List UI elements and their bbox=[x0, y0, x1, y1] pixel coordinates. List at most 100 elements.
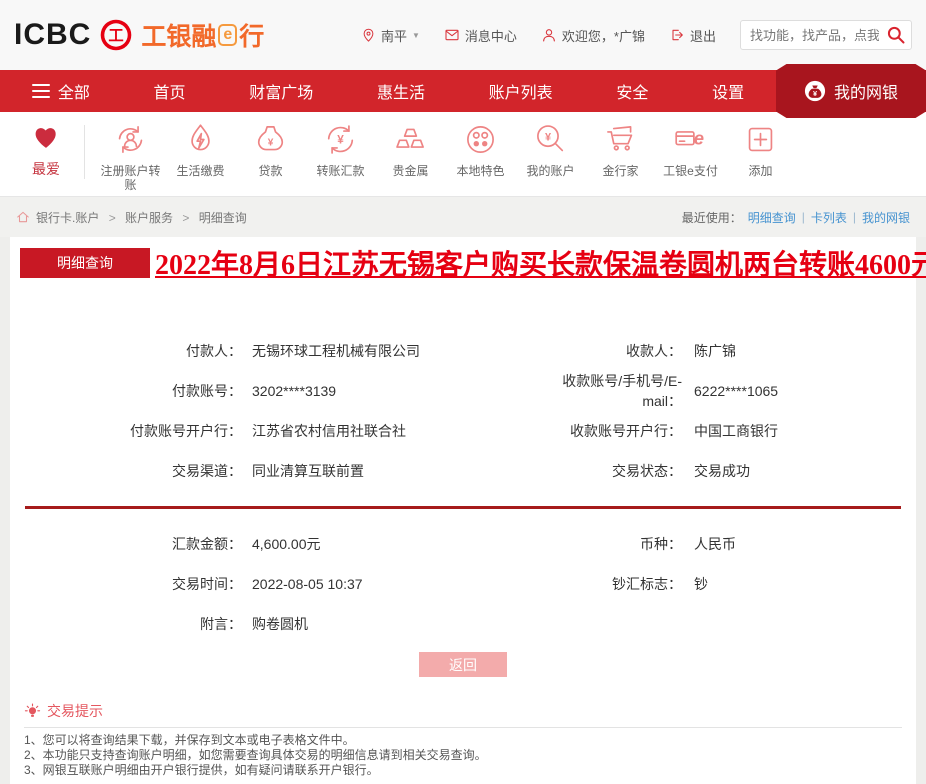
location-pin-icon bbox=[363, 28, 374, 42]
welcome-user[interactable]: 欢迎您，*广锦 bbox=[541, 26, 645, 45]
breadcrumb-part: 明细查询 bbox=[198, 210, 247, 225]
quick-item-label: 贷款 bbox=[258, 164, 283, 178]
divider bbox=[84, 125, 85, 179]
life-payment-icon bbox=[191, 124, 210, 151]
nav-label: 全部 bbox=[57, 85, 90, 102]
field-label: 交易渠道： bbox=[172, 463, 242, 479]
nav-label: 安全 bbox=[616, 85, 649, 102]
tip-line: 2、本功能只支持查询账户明细，如您需要查询具体交易的明细信息请到相关交易查询。 bbox=[24, 748, 487, 762]
search-icon[interactable] bbox=[886, 25, 906, 45]
quick-item-add[interactable]: 添加 bbox=[727, 121, 794, 178]
transaction-tips: 交易提示 1、您可以将查询结果下载，并保存到文本或电子表格文件中。 2、本功能只… bbox=[24, 701, 902, 778]
field-value: 人民币 bbox=[694, 536, 736, 552]
nav-item-security[interactable]: 安全 bbox=[616, 79, 648, 103]
recent-link-my-ebank[interactable]: 我的网银 bbox=[862, 209, 910, 226]
field-value: 3202****3139 bbox=[252, 383, 337, 399]
field-value: 2022-08-05 10:37 bbox=[252, 576, 363, 592]
field-value: 购卷圆机 bbox=[252, 616, 308, 632]
detail-row-time-flag: 交易时间： 2022-08-05 10:37 钞汇标志： 钞 bbox=[10, 564, 916, 604]
nav-label: 账户列表 bbox=[488, 85, 553, 102]
nav-label: 惠生活 bbox=[376, 85, 425, 102]
brand-prefix: 工银融 bbox=[141, 23, 217, 51]
logout-button[interactable]: 退出 bbox=[669, 26, 716, 45]
money-bag-icon: ¥ bbox=[804, 80, 826, 102]
nav-label: 设置 bbox=[712, 85, 745, 102]
precious-metal-icon bbox=[396, 128, 424, 148]
breadcrumb-part[interactable]: 银行卡.账户 bbox=[36, 211, 99, 225]
page-title-banner: 明细查询 2022年8月6日江苏无锡客户购买长款保温卷圆机两台转账4600元 bbox=[10, 237, 926, 283]
add-icon bbox=[748, 127, 773, 152]
transaction-details: 付款人： 无锡环球工程机械有限公司 收款人： 陈广锦 付款账号： 3202***… bbox=[10, 283, 916, 677]
field-label: 附言： bbox=[200, 616, 242, 632]
quick-item-epay[interactable]: e 工银e支付 bbox=[657, 121, 724, 178]
nav-item-life[interactable]: 惠生活 bbox=[377, 79, 425, 103]
my-ebank-label: 我的网银 bbox=[833, 85, 898, 102]
breadcrumb-bar: 银行卡.账户 > 账户服务 > 明细查询 最近使用： 明细查询 | 卡列表 | … bbox=[0, 197, 926, 237]
svg-text:工: 工 bbox=[109, 27, 124, 44]
quick-item-label: 我的账户 bbox=[526, 164, 575, 178]
home-icon[interactable] bbox=[16, 210, 30, 224]
nav-item-my-ebank[interactable]: ¥ 我的网银 bbox=[776, 64, 926, 118]
nav-item-settings[interactable]: 设置 bbox=[712, 79, 744, 103]
quick-item-label: 生活缴费 bbox=[176, 164, 225, 178]
quick-item-label: 注册账户转账 bbox=[100, 164, 161, 192]
message-center-label: 消息中心 bbox=[464, 28, 517, 44]
register-account-transfer-icon bbox=[118, 126, 143, 153]
main-nav: 全部 首页 财富广场 惠生活 账户列表 安全 设置 ¥ 我的网银 bbox=[0, 64, 926, 118]
detail-row-payer: 付款人： 无锡环球工程机械有限公司 收款人： 陈广锦 bbox=[10, 331, 916, 371]
svg-text:¥: ¥ bbox=[268, 137, 274, 148]
quick-item-label: 贵金属 bbox=[392, 164, 429, 178]
brand-name: 工银融 e 行 bbox=[141, 17, 264, 53]
quick-item-gold-expert[interactable]: 金行家 bbox=[587, 121, 654, 178]
quick-item-register-transfer[interactable]: 注册账户转账 bbox=[97, 121, 164, 192]
nav-label: 首页 bbox=[153, 85, 186, 102]
nav-item-account-list[interactable]: 账户列表 bbox=[489, 79, 553, 103]
message-center-link[interactable]: 消息中心 bbox=[444, 26, 517, 45]
field-label: 付款账号： bbox=[172, 383, 242, 399]
detail-row-channel-status: 交易渠道： 同业清算互联前置 交易状态： 交易成功 bbox=[10, 451, 916, 491]
icbc-ring-logo-icon: 工 bbox=[101, 19, 132, 51]
lightbulb-icon bbox=[24, 702, 41, 717]
tips-list: 1、您可以将查询结果下载，并保存到文本或电子表格文件中。 2、本功能只支持查询账… bbox=[24, 733, 902, 778]
tips-header: 交易提示 bbox=[24, 701, 902, 728]
icbc-logo: ICBC 工 工银融 e 行 bbox=[14, 17, 264, 53]
recent-link-detail-query[interactable]: 明细查询 bbox=[748, 209, 796, 226]
quick-item-label: 金行家 bbox=[602, 164, 639, 178]
field-value: 陈广锦 bbox=[694, 343, 736, 359]
chevron-down-icon: ▼ bbox=[411, 30, 420, 40]
quick-item-local-feature[interactable]: 本地特色 bbox=[447, 121, 514, 178]
quick-item-loan[interactable]: ¥ 贷款 bbox=[237, 121, 304, 178]
field-label: 收款账号/手机号/E-mail： bbox=[562, 373, 682, 409]
field-label: 收款账号开户行： bbox=[570, 423, 682, 439]
detail-row-account: 付款账号： 3202****3139 收款账号/手机号/E-mail： 6222… bbox=[10, 371, 916, 411]
nav-item-wealth-plaza[interactable]: 财富广场 bbox=[249, 79, 313, 103]
envelope-icon bbox=[445, 29, 459, 41]
svg-text:¥: ¥ bbox=[337, 134, 344, 147]
quick-item-my-account[interactable]: ¥ 我的账户 bbox=[517, 121, 584, 178]
quick-item-life-payment[interactable]: 生活缴费 bbox=[167, 121, 234, 178]
tip-line: 1、您可以将查询结果下载，并保存到文本或电子表格文件中。 bbox=[24, 733, 355, 747]
favorites-item[interactable]: 最爱 bbox=[14, 121, 78, 179]
field-value: 同业清算互联前置 bbox=[252, 463, 364, 479]
breadcrumb-part[interactable]: 账户服务 bbox=[125, 211, 173, 225]
nav-item-all[interactable]: 全部 bbox=[31, 79, 90, 103]
quick-item-precious-metal[interactable]: 贵金属 bbox=[377, 121, 444, 178]
logout-icon bbox=[672, 29, 683, 41]
recently-used-label: 最近使用： bbox=[681, 210, 742, 225]
tip-line: 3、网银互联账户明细由开户银行提供，如有疑问请联系开户银行。 bbox=[24, 763, 379, 777]
field-label: 收款人： bbox=[626, 343, 682, 359]
local-feature-icon bbox=[467, 126, 494, 153]
main-content: 明细查询 2022年8月6日江苏无锡客户购买长款保温卷圆机两台转账4600元 付… bbox=[10, 237, 926, 784]
quick-item-transfer-remit[interactable]: ¥ 转账汇款 bbox=[307, 121, 374, 178]
field-label: 付款人： bbox=[186, 343, 242, 359]
separator: | bbox=[852, 210, 856, 224]
nav-item-home[interactable]: 首页 bbox=[154, 79, 186, 103]
detail-query-tab[interactable]: 明细查询 bbox=[20, 248, 150, 278]
back-button[interactable]: 返回 bbox=[419, 652, 507, 677]
separator: | bbox=[801, 210, 805, 224]
recent-link-card-list[interactable]: 卡列表 bbox=[811, 209, 847, 226]
nav-label: 财富广场 bbox=[249, 85, 314, 102]
location-selector[interactable]: 南平 ▼ bbox=[361, 26, 420, 45]
field-value: 4,600.00元 bbox=[252, 536, 321, 552]
field-value: 中国工商银行 bbox=[694, 423, 778, 439]
